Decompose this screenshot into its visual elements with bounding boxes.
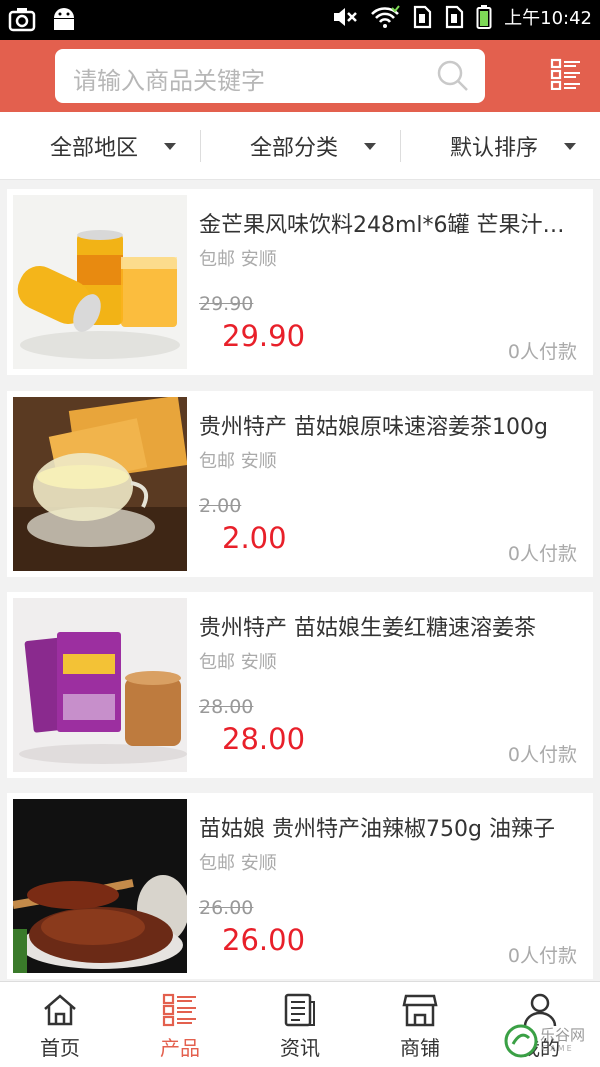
filter-bar: 全部地区 全部分类 默认排序: [0, 112, 600, 180]
android-icon: [54, 8, 74, 30]
sim1-icon: [414, 5, 432, 29]
product-title[interactable]: 苗姑娘 贵州特产油辣椒750g 油辣子: [199, 811, 583, 843]
wifi-icon: [371, 5, 400, 28]
mute-icon: [334, 8, 358, 26]
nav-products[interactable]: 产品: [120, 982, 240, 1067]
filter-region-label: 全部地区: [50, 136, 139, 161]
product-sold-count: 0人付款: [507, 945, 577, 967]
product-price: 29.90: [222, 319, 306, 353]
search-input[interactable]: 请输入商品关键字: [73, 61, 265, 96]
caret-down-icon: [564, 142, 577, 150]
filter-region[interactable]: 全部地区: [50, 112, 177, 180]
filter-sort-label: 默认排序: [450, 136, 539, 161]
divider: [400, 130, 401, 162]
product-original-price: 28.00: [199, 696, 254, 718]
product-price: 28.00: [222, 722, 306, 756]
product-tags: 包邮 安顺: [199, 249, 277, 270]
nav-products-label: 产品: [160, 1036, 200, 1060]
search-box[interactable]: 请输入商品关键字: [55, 49, 485, 103]
header-bar: 请输入商品关键字: [0, 40, 600, 112]
search-icon[interactable]: [437, 60, 469, 92]
product-image[interactable]: [13, 799, 187, 973]
product-title[interactable]: 金芒果风味饮料248ml*6罐 芒果汁饮料: [199, 207, 583, 239]
product-title[interactable]: 贵州特产 苗姑娘生姜红糖速溶姜茶: [199, 610, 583, 642]
product-card[interactable]: 贵州特产 苗姑娘生姜红糖速溶姜茶 包邮 安顺 28.00 28.00 0人付款: [7, 592, 593, 778]
product-tags: 包邮 安顺: [199, 853, 277, 874]
product-image[interactable]: [13, 397, 187, 571]
product-card[interactable]: 金芒果风味饮料248ml*6罐 芒果汁饮料 包邮 安顺 29.90 29.90 …: [7, 189, 593, 375]
news-icon: [284, 993, 315, 1027]
filter-category[interactable]: 全部分类: [250, 112, 377, 180]
product-sold-count: 0人付款: [507, 543, 577, 565]
product-tags: 包邮 安顺: [199, 451, 277, 472]
filter-category-label: 全部分类: [250, 136, 339, 161]
product-price: 26.00: [222, 923, 306, 957]
product-price: 2.00: [222, 521, 287, 555]
list-menu-icon[interactable]: [550, 58, 582, 90]
caret-down-icon: [164, 142, 177, 150]
nav-shops[interactable]: 商铺: [360, 982, 480, 1067]
product-title[interactable]: 贵州特产 苗姑娘原味速溶姜茶100g: [199, 409, 583, 441]
watermark-subtext: GAME: [542, 1044, 574, 1053]
product-sold-count: 0人付款: [507, 341, 577, 363]
filter-sort[interactable]: 默认排序: [450, 112, 577, 180]
watermark-text: 乐谷网: [540, 1026, 586, 1044]
product-tags: 包邮 安顺: [199, 652, 277, 673]
nav-home[interactable]: 首页: [0, 982, 120, 1067]
product-sold-count: 0人付款: [507, 744, 577, 766]
shop-icon: [402, 994, 438, 1027]
status-bar: 上午10:42: [0, 0, 600, 40]
product-original-price: 26.00: [199, 897, 254, 919]
nav-home-label: 首页: [40, 1036, 80, 1060]
divider: [200, 130, 201, 162]
nav-news[interactable]: 资讯: [240, 982, 360, 1067]
battery-icon: [476, 5, 492, 29]
product-image[interactable]: [13, 195, 187, 369]
sim2-icon: [446, 5, 464, 29]
home-icon: [44, 994, 76, 1026]
product-list-icon: [162, 993, 196, 1027]
product-original-price: 2.00: [199, 495, 242, 517]
nav-shops-label: 商铺: [400, 1036, 440, 1060]
clock: 上午10:42: [504, 8, 592, 29]
product-original-price: 29.90: [199, 293, 254, 315]
watermark-logo: 乐谷网 GAME: [502, 1020, 598, 1064]
caret-down-icon: [364, 142, 377, 150]
product-card[interactable]: 贵州特产 苗姑娘原味速溶姜茶100g 包邮 安顺 2.00 2.00 0人付款: [7, 391, 593, 577]
nav-news-label: 资讯: [280, 1036, 320, 1060]
product-image[interactable]: [13, 598, 187, 772]
product-card[interactable]: 苗姑娘 贵州特产油辣椒750g 油辣子 包邮 安顺 26.00 26.00 0人…: [7, 793, 593, 979]
camera-icon: [8, 8, 36, 32]
watermark-icon: [504, 1024, 538, 1058]
